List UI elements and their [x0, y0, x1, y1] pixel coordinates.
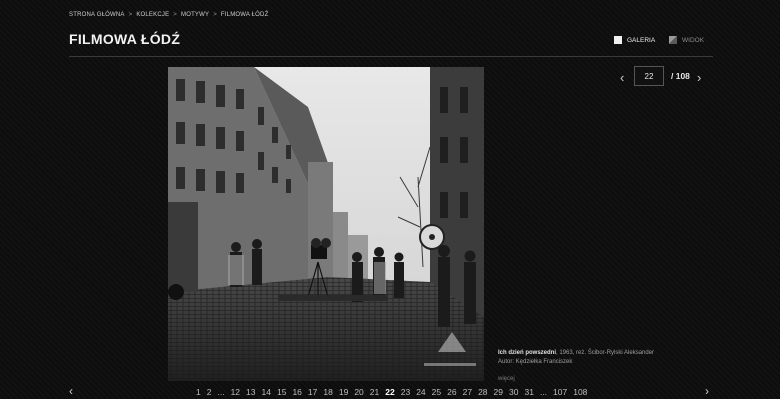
- pagination-page-link[interactable]: 31: [524, 387, 533, 397]
- more-link[interactable]: więcej: [498, 375, 718, 384]
- caption-details: , 1963, reż. Ścibor-Rylski Aleksander: [556, 350, 655, 356]
- breadcrumb-collections[interactable]: KOLEKCJE: [136, 12, 169, 18]
- pagination-page-link[interactable]: 21: [370, 387, 379, 397]
- next-page-arrow-icon[interactable]: ›: [705, 384, 709, 398]
- pagination-ellipsis: ...: [217, 387, 225, 397]
- page-total: / 108: [671, 71, 690, 81]
- main-photo[interactable]: [168, 67, 484, 381]
- pagination-page-link[interactable]: 13: [246, 387, 255, 397]
- pagination-page-link[interactable]: 20: [354, 387, 363, 397]
- breadcrumb: STRONA GŁÓWNA > KOLEKCJE > MOTYWY > FILMOWA ŁÓ…: [69, 12, 268, 18]
- header-divider: [69, 56, 713, 57]
- pagination-page-link[interactable]: 29: [494, 387, 503, 397]
- breadcrumb-separator: >: [173, 12, 177, 18]
- breadcrumb-current: FILMOWA ŁÓDŹ: [220, 12, 269, 18]
- pagination-page-link[interactable]: 108: [573, 387, 587, 397]
- photo-caption: Ich dzień powszedni, 1963, reż. Ścibor-R…: [498, 349, 718, 384]
- view-label: WIDOK: [682, 36, 705, 44]
- chevron-left-icon[interactable]: ‹: [620, 70, 624, 85]
- pagination-page-link[interactable]: 27: [463, 387, 472, 397]
- gallery-label: GALERIA: [627, 36, 656, 44]
- pagination-page-link[interactable]: 19: [339, 387, 348, 397]
- pagination-page-link[interactable]: 17: [308, 387, 317, 397]
- pagination-page-link[interactable]: 18: [323, 387, 332, 397]
- pagination-page-link[interactable]: 23: [401, 387, 410, 397]
- pagination-page-link[interactable]: 16: [292, 387, 301, 397]
- page-title: FILMOWA ŁÓDŹ: [69, 31, 181, 47]
- pagination-page-link[interactable]: 24: [416, 387, 425, 397]
- chevron-right-icon[interactable]: ›: [697, 70, 701, 85]
- caption-title[interactable]: Ich dzień powszedni: [498, 350, 556, 356]
- pagination-page-link[interactable]: 12: [231, 387, 240, 397]
- film-set-street-photo: [168, 67, 484, 381]
- pagination-page-link[interactable]: 26: [447, 387, 456, 397]
- gallery-view-button[interactable]: GALERIA: [614, 36, 655, 44]
- prev-page-arrow-icon[interactable]: ‹: [69, 384, 73, 398]
- caption-author: Autor: Kędziełka Franciszek: [498, 359, 573, 365]
- pagination-ellipsis: ...: [539, 387, 548, 397]
- breadcrumb-home[interactable]: STRONA GŁÓWNA: [69, 12, 125, 18]
- view-icon: [669, 36, 677, 44]
- breadcrumb-separator: >: [128, 12, 133, 18]
- breadcrumb-motifs[interactable]: MOTYWY: [181, 12, 209, 18]
- pagination-page-link[interactable]: 28: [478, 387, 487, 397]
- pagination-page-link[interactable]: 1: [196, 387, 201, 397]
- page-number-input[interactable]: [634, 66, 664, 86]
- pagination-page-link[interactable]: 14: [262, 387, 271, 397]
- pagination-page-link[interactable]: 2: [207, 387, 212, 397]
- pagination-page-link[interactable]: 107: [553, 387, 567, 397]
- pagination-current-page: 22: [385, 387, 395, 397]
- pagination: 1 2... 12 13 14 15 16 17 18 19 20 21 22 23 24 25 26 27 28 2…: [196, 387, 593, 397]
- pagination-page-link[interactable]: 30: [509, 387, 518, 397]
- gallery-icon: [614, 36, 622, 44]
- pagination-page-link[interactable]: 15: [277, 387, 286, 397]
- single-view-button[interactable]: WIDOK: [669, 36, 704, 44]
- breadcrumb-separator: >: [213, 12, 217, 18]
- pagination-page-link[interactable]: 25: [432, 387, 441, 397]
